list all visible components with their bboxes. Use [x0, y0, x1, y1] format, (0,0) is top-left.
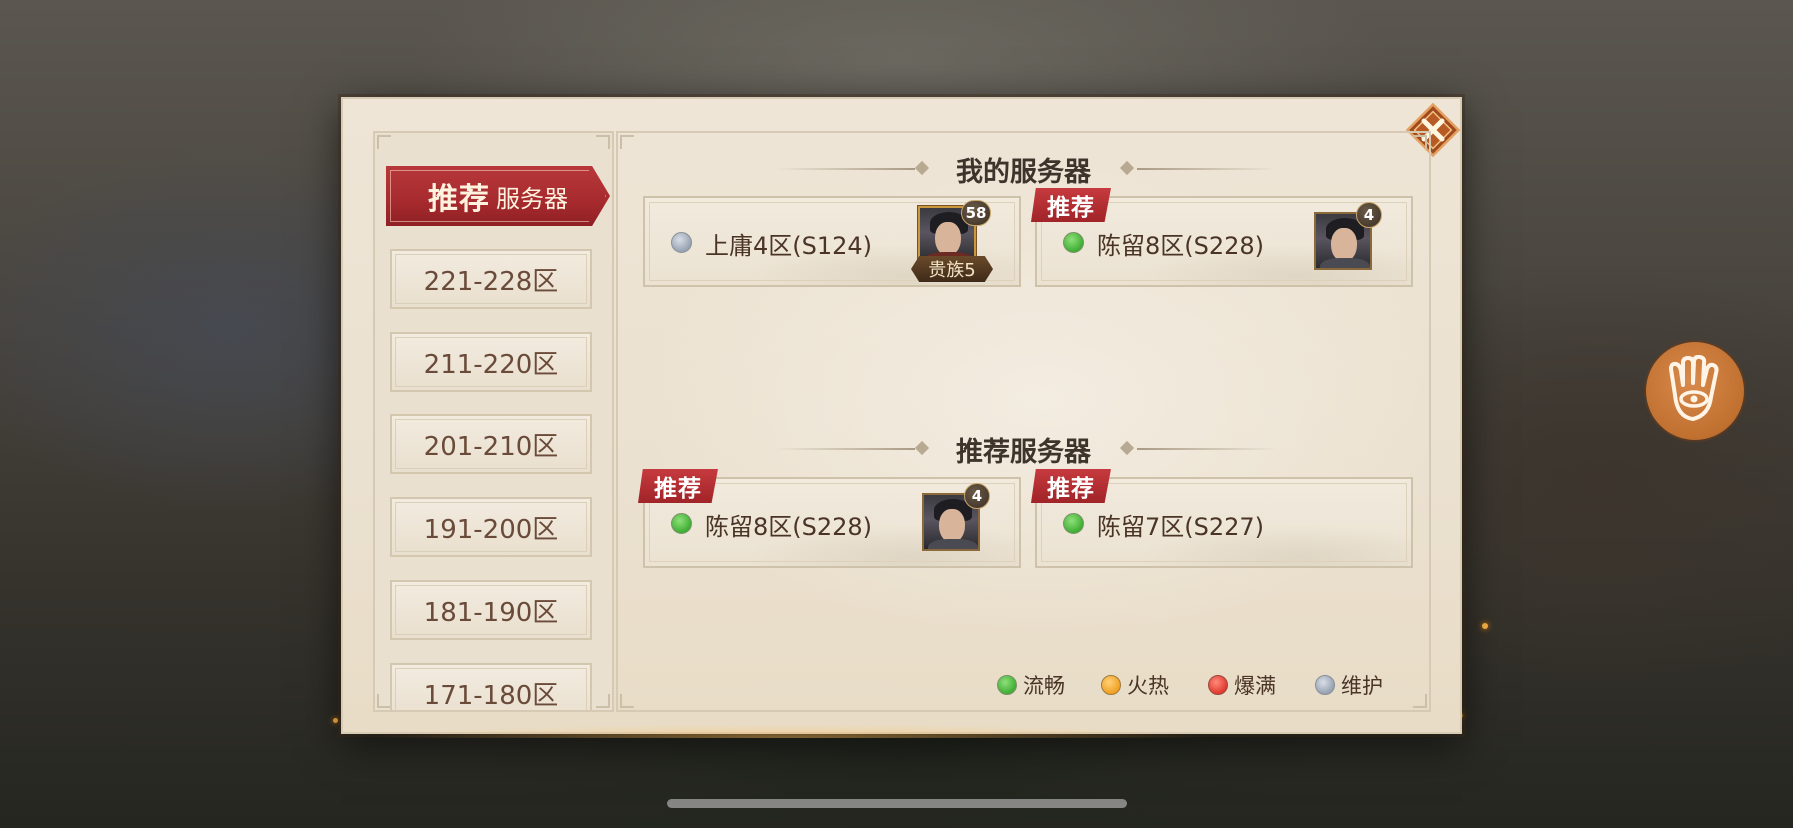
nav-item-zone-171-180[interactable]: 171-180区 — [390, 663, 592, 710]
server-name: 陈留8区(S228) — [1097, 232, 1265, 260]
legend-label: 火热 — [1127, 674, 1169, 698]
hand-eye-icon — [1669, 355, 1719, 421]
nav-item-recommended[interactable]: 推荐 服务器 — [386, 166, 610, 226]
legend-item-hot: 火热 — [1101, 670, 1169, 700]
status-dot-smooth — [1063, 513, 1084, 534]
recommend-tag: 推荐 — [638, 469, 718, 503]
level-badge: 4 — [1356, 202, 1382, 228]
recommended-servers-title: 推荐服务器 — [956, 437, 1091, 468]
recommend-tag: 推荐 — [1031, 469, 1111, 503]
nav-item-zone-191-200[interactable]: 191-200区 — [390, 497, 592, 557]
status-dot-full — [1208, 675, 1228, 695]
legend-label: 维护 — [1341, 674, 1383, 698]
legend-label: 爆满 — [1234, 674, 1276, 698]
server-card-my-1[interactable]: 上庸4区(S124) 58 贵族5 — [643, 196, 1021, 287]
recommend-tag: 推荐 — [1031, 188, 1111, 222]
title-divider-right — [1137, 448, 1277, 450]
legend-item-full: 爆满 — [1208, 670, 1276, 700]
legend-label: 流畅 — [1023, 674, 1065, 698]
legend-item-maintenance: 维护 — [1315, 670, 1383, 700]
nav-item-zone-221-228[interactable]: 221-228区 — [390, 249, 592, 309]
nav-item-label: 181-190区 — [423, 597, 559, 628]
nav-item-zone-181-190[interactable]: 181-190区 — [390, 580, 592, 640]
status-dot-smooth — [997, 675, 1017, 695]
nav-item-clip: 171-180区 — [390, 663, 592, 710]
level-badge: 58 — [961, 200, 991, 226]
status-dot-hot — [1101, 675, 1121, 695]
floating-assist-button[interactable] — [1646, 342, 1744, 440]
nav-item-label: 191-200区 — [423, 514, 559, 545]
home-indicator[interactable] — [667, 799, 1127, 808]
ember-particle — [333, 718, 338, 723]
nav-item-zone-201-210[interactable]: 201-210区 — [390, 414, 592, 474]
ember-particle — [1482, 623, 1488, 629]
level-badge: 4 — [964, 483, 990, 509]
title-divider-right — [1137, 168, 1277, 170]
noble-rank-badge: 贵族5 — [911, 256, 993, 282]
status-dot-maintenance — [671, 232, 692, 253]
legend-item-smooth: 流畅 — [997, 670, 1065, 700]
status-dot-maintenance — [1315, 675, 1335, 695]
server-name: 上庸4区(S124) — [705, 232, 873, 260]
server-name: 陈留8区(S228) — [705, 513, 873, 541]
nav-item-label: 211-220区 — [423, 349, 559, 380]
nav-item-label: 171-180区 — [423, 680, 559, 711]
server-name: 陈留7区(S227) — [1097, 513, 1265, 541]
my-servers-title: 我的服务器 — [956, 157, 1091, 188]
nav-item-zone-211-220[interactable]: 211-220区 — [390, 332, 592, 392]
nav-item-label: 221-228区 — [423, 266, 559, 297]
status-dot-smooth — [671, 513, 692, 534]
status-dot-smooth — [1063, 232, 1084, 253]
nav-item-label: 201-210区 — [423, 431, 559, 462]
